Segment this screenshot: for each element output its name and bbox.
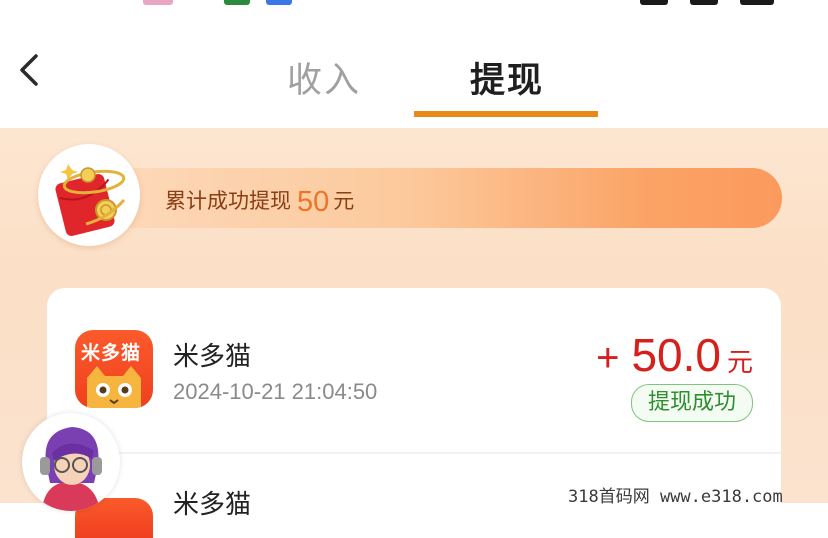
chevron-left-icon (20, 54, 38, 86)
red-packet-badge (38, 144, 140, 246)
cat-face-icon (87, 366, 141, 408)
status-icon (143, 0, 173, 5)
summary-text: 累计成功提现 50 元 (165, 183, 355, 218)
battery-icon (740, 0, 774, 5)
divider (47, 452, 781, 454)
content-area: 累计成功提现 50 元 米多猫 米多猫 2024-10-21 21:04:50 … (0, 128, 828, 538)
amount-sign: + (596, 336, 620, 380)
header: 收入 提现 (0, 10, 828, 128)
status-icon (266, 0, 292, 5)
signal-icon (690, 0, 718, 5)
tab-income[interactable]: 收入 (287, 52, 361, 103)
status-bar (0, 0, 828, 10)
status-badge: 提现成功 (630, 384, 753, 422)
amount-value: 50.0 (631, 329, 721, 381)
status-icon (224, 0, 250, 5)
record-amount: +50.0 元 (596, 328, 753, 382)
tab-withdraw[interactable]: 提现 (470, 52, 544, 103)
withdraw-summary-bar: 累计成功提现 50 元 (105, 168, 782, 228)
amount-unit: 元 (726, 348, 753, 378)
avatar-icon (40, 427, 102, 511)
assistant-avatar-button[interactable] (22, 413, 120, 511)
app-name: 米多猫 (173, 342, 252, 372)
active-tab-indicator (414, 111, 598, 117)
watermark: 318首码网 www.e318.com (568, 487, 783, 507)
summary-label: 累计成功提现 (165, 189, 291, 213)
app-icon: 米多猫 (75, 330, 153, 408)
signal-icon (640, 0, 668, 5)
back-button[interactable] (12, 50, 46, 90)
red-packet-icon (55, 164, 126, 236)
record-time: 2024-10-21 21:04:50 (173, 379, 378, 404)
summary-unit: 元 (333, 189, 355, 213)
summary-amount: 50 (297, 186, 330, 218)
